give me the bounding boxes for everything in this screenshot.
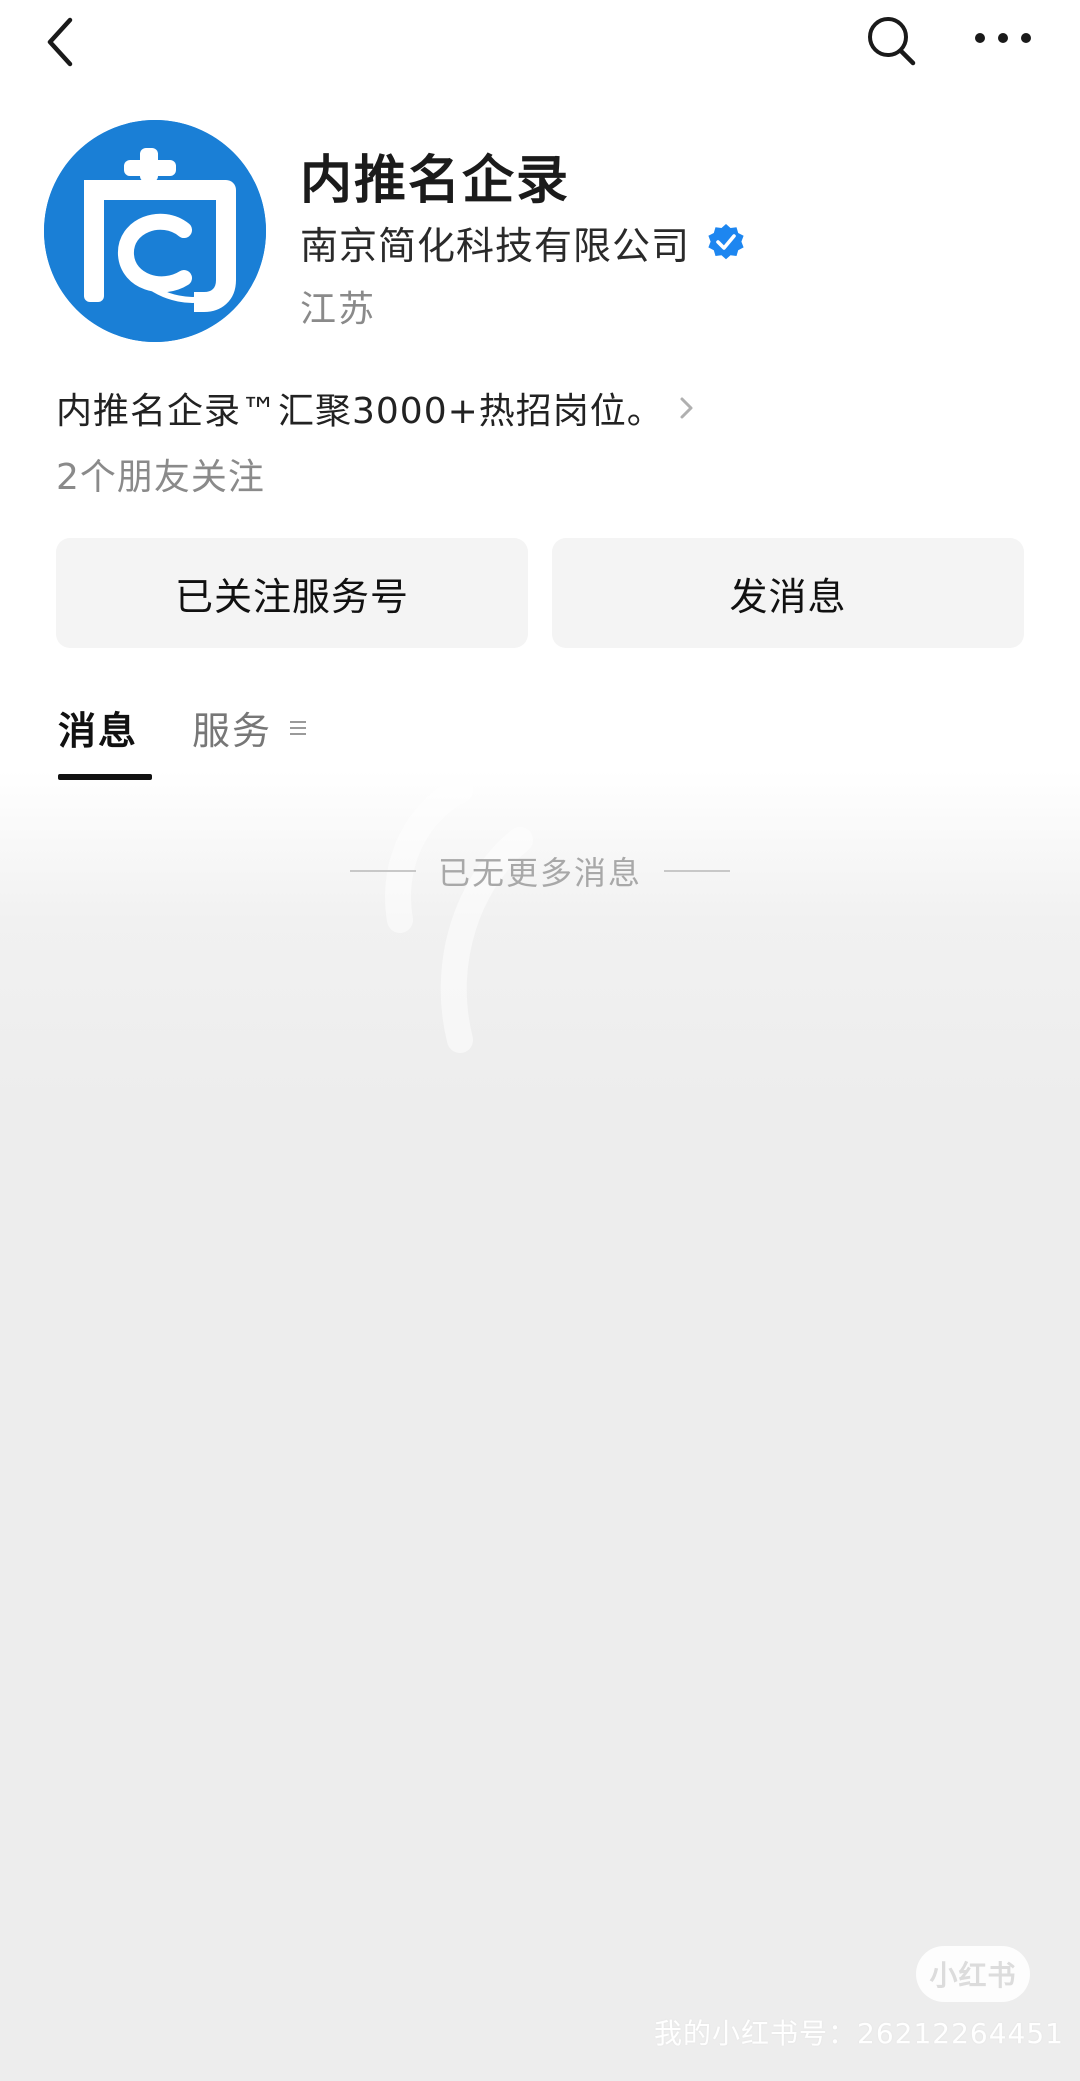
more-options-button[interactable] — [970, 10, 1036, 70]
account-intro-link[interactable]: 内推名企录™汇聚3000+热招岗位。 — [56, 382, 698, 434]
no-more-messages-text: 已无更多消息 — [437, 854, 642, 892]
top-navigation-bar — [0, 0, 1080, 80]
search-button[interactable] — [862, 10, 922, 70]
tab-services[interactable]: 服务 — [192, 700, 308, 755]
watermark-badge: 小红书 — [916, 1946, 1030, 2002]
back-button[interactable] — [38, 10, 88, 70]
brand-logo-icon — [44, 120, 266, 342]
tab-services-label: 服务 — [192, 709, 273, 753]
tab-messages[interactable]: 消息 — [58, 700, 152, 780]
no-more-messages: 已无更多消息 — [350, 848, 730, 894]
account-avatar[interactable] — [44, 120, 266, 342]
menu-icon — [290, 720, 307, 735]
tab-messages-label: 消息 — [58, 709, 139, 753]
friends-following-count[interactable]: 2个朋友关注 — [56, 448, 265, 500]
search-icon — [868, 17, 916, 66]
more-horizontal-icon — [975, 33, 1031, 43]
divider-left — [350, 870, 416, 872]
watermark-badge-text: 小红书 — [929, 1959, 1017, 1992]
content-tabs: 消息 服务 — [50, 700, 1030, 780]
active-tab-indicator — [58, 774, 152, 780]
divider-right — [663, 870, 730, 872]
account-intro: 内推名企录™汇聚3000+热招岗位。 — [56, 391, 664, 432]
official-account-profile-page: 内推名企录 南京简化科技有限公司 江苏 内推名企录™汇聚3000+热招岗位。 2… — [0, 0, 1080, 2081]
watermark-id: 我的小红书号：26212264451 — [654, 2017, 1064, 2050]
send-message-button[interactable]: 发消息 — [552, 538, 1024, 648]
account-region: 江苏 — [300, 289, 377, 330]
chevron-left-icon — [47, 17, 73, 67]
verified-badge-icon — [708, 224, 744, 260]
company-row[interactable]: 南京简化科技有限公司 — [300, 214, 746, 270]
company-name: 南京简化科技有限公司 — [300, 223, 691, 268]
followed-service-account-button[interactable]: 已关注服务号 — [56, 538, 528, 648]
chevron-right-icon — [680, 397, 693, 419]
account-name: 内推名企录 — [300, 151, 571, 211]
